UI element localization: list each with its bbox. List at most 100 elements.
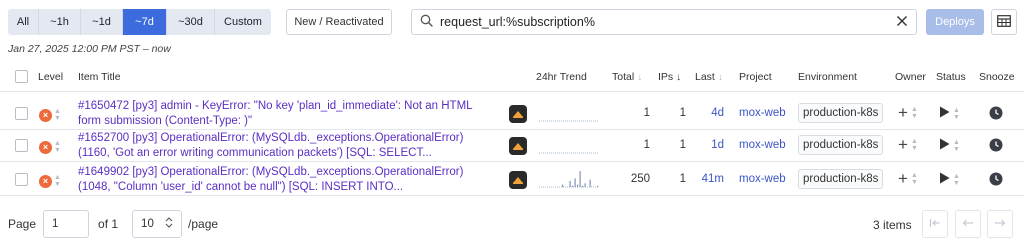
last-seen-link[interactable]: 1d bbox=[697, 139, 724, 151]
table-row[interactable]: × ▲ ▼ #1650472 [py3] admin - KeyError: "No… bbox=[0, 98, 1024, 130]
next-page-button[interactable] bbox=[987, 210, 1013, 238]
column-level[interactable]: Level bbox=[38, 71, 63, 83]
chevron-updown-icon: ▲ ▼ bbox=[953, 106, 960, 121]
level-selector[interactable]: × ▲ ▼ bbox=[39, 108, 61, 122]
level-selector[interactable]: × ▲ ▼ bbox=[39, 140, 61, 154]
column-last[interactable]: Last ↓ bbox=[695, 71, 723, 83]
status-selector[interactable]: ▲ ▼ bbox=[939, 106, 960, 121]
sparkline-bar bbox=[582, 185, 584, 187]
project-link[interactable]: mox-web bbox=[739, 139, 786, 151]
clock-icon bbox=[989, 138, 1003, 155]
arrow-left-icon bbox=[962, 217, 974, 231]
project-link[interactable]: mox-web bbox=[739, 107, 786, 119]
project-link[interactable]: mox-web bbox=[739, 173, 786, 185]
date-range-label: Jan 27, 2025 12:00 PM PST – now bbox=[8, 43, 171, 55]
search-query-text: request_url:%subscription% bbox=[440, 15, 595, 29]
sparkline-bar bbox=[569, 180, 571, 187]
owner-selector[interactable]: + ▲ ▼ bbox=[898, 170, 918, 187]
play-icon bbox=[939, 172, 950, 187]
play-icon bbox=[939, 106, 950, 121]
item-title-link[interactable]: #1652700 [py3] OperationalError: (MySQLd… bbox=[78, 131, 498, 161]
column-total-label: Total bbox=[612, 71, 635, 83]
close-icon[interactable] bbox=[896, 15, 908, 30]
range-1h-button[interactable]: ~1h bbox=[39, 9, 81, 35]
trend-sparkline bbox=[539, 171, 599, 188]
deploys-button[interactable]: Deploys bbox=[926, 9, 984, 35]
table-icon bbox=[997, 14, 1011, 30]
chevron-updown-icon: ▲ ▼ bbox=[910, 137, 918, 152]
sparkline-bar bbox=[572, 185, 574, 187]
new-reactivated-button[interactable]: New / Reactivated bbox=[286, 9, 392, 35]
sparkline-bar bbox=[597, 185, 599, 187]
sparkline-bar bbox=[579, 171, 581, 187]
total-count: 1 bbox=[643, 107, 650, 119]
select-all-checkbox[interactable] bbox=[15, 70, 28, 83]
range-custom-button[interactable]: Custom bbox=[215, 9, 271, 35]
page-size-select[interactable]: 10 bbox=[132, 210, 183, 238]
row-checkbox[interactable] bbox=[15, 139, 28, 152]
first-page-icon bbox=[929, 217, 941, 231]
clock-icon bbox=[989, 106, 1003, 123]
ip-count: 1 bbox=[679, 173, 686, 185]
first-page-button[interactable] bbox=[922, 210, 948, 238]
item-title-line1: #1649902 [py3] OperationalError: (MySQLd… bbox=[78, 166, 464, 178]
table-row[interactable]: × ▲ ▼ #1649902 [py3] OperationalError: (My… bbox=[0, 164, 1024, 196]
column-snooze[interactable]: Snooze bbox=[979, 71, 1015, 83]
table-view-button[interactable] bbox=[991, 9, 1017, 35]
column-item-title[interactable]: Item Title bbox=[78, 71, 121, 83]
chevron-updown-icon: ▲ ▼ bbox=[54, 108, 61, 122]
framework-icon bbox=[509, 137, 527, 155]
chevron-updown-icon: ▲ ▼ bbox=[54, 174, 61, 188]
column-trend[interactable]: 24hr Trend bbox=[536, 71, 587, 83]
status-selector[interactable]: ▲ ▼ bbox=[939, 172, 960, 187]
time-range-selector: All ~1h ~1d ~7d ~30d Custom bbox=[8, 9, 271, 35]
sparkline-bar bbox=[584, 183, 586, 187]
chevron-updown-icon bbox=[165, 217, 173, 231]
chevron-updown-icon: ▲ ▼ bbox=[910, 105, 918, 120]
table-row[interactable]: × ▲ ▼ #1652700 [py3] OperationalError: (My… bbox=[0, 130, 1024, 162]
item-title-link[interactable]: #1649902 [py3] OperationalError: (MySQLd… bbox=[78, 165, 498, 195]
status-selector[interactable]: ▲ ▼ bbox=[939, 138, 960, 153]
ip-count: 1 bbox=[679, 107, 686, 119]
last-seen-link[interactable]: 4d bbox=[697, 107, 724, 119]
row-checkbox[interactable] bbox=[15, 173, 28, 186]
plus-icon: + bbox=[898, 103, 908, 122]
column-status[interactable]: Status bbox=[936, 71, 966, 83]
items-count: 3 items bbox=[873, 218, 912, 232]
level-selector[interactable]: × ▲ ▼ bbox=[39, 174, 61, 188]
column-ips[interactable]: IPs ↓ bbox=[658, 71, 681, 83]
clock-icon bbox=[989, 172, 1003, 189]
page-number-input[interactable]: 1 bbox=[43, 210, 90, 238]
snooze-button[interactable] bbox=[989, 106, 1003, 123]
column-ips-label: IPs bbox=[658, 71, 674, 83]
sort-arrow-icon: ↓ bbox=[717, 71, 723, 83]
last-seen-link[interactable]: 41m bbox=[697, 173, 724, 185]
owner-selector[interactable]: + ▲ ▼ bbox=[898, 136, 918, 153]
column-total[interactable]: Total ↓ bbox=[612, 71, 642, 83]
page-total-label: of 1 bbox=[98, 217, 119, 231]
range-all-button[interactable]: All bbox=[8, 9, 39, 35]
range-30d-button[interactable]: ~30d bbox=[167, 9, 215, 35]
per-page-label: /page bbox=[188, 217, 219, 231]
search-input[interactable]: request_url:%subscription% bbox=[411, 9, 917, 35]
item-title-line2: (1048, "Column 'user_id' cannot be null"… bbox=[78, 181, 404, 193]
sparkline-bar bbox=[574, 178, 576, 187]
item-title-line2: form submission (Content-Type: )" bbox=[78, 115, 253, 127]
owner-selector[interactable]: + ▲ ▼ bbox=[898, 104, 918, 121]
snooze-button[interactable] bbox=[989, 172, 1003, 189]
column-owner[interactable]: Owner bbox=[895, 71, 926, 83]
snooze-button[interactable] bbox=[989, 138, 1003, 155]
range-7d-button[interactable]: ~7d bbox=[123, 9, 167, 35]
sort-arrow-icon: ↓ bbox=[676, 71, 682, 83]
arrow-right-icon bbox=[994, 217, 1006, 231]
column-environment[interactable]: Environment bbox=[798, 71, 857, 83]
row-checkbox[interactable] bbox=[15, 107, 28, 120]
table-header: Level Item Title 24hr Trend Total ↓ IPs ↓ … bbox=[0, 62, 1024, 92]
sort-arrow-icon: ↓ bbox=[637, 71, 643, 83]
plus-icon: + bbox=[898, 135, 908, 154]
item-title-link[interactable]: #1650472 [py3] admin - KeyError: "No key… bbox=[78, 99, 498, 129]
prev-page-button[interactable] bbox=[955, 210, 981, 238]
sparkline-bar bbox=[589, 179, 591, 187]
column-project[interactable]: Project bbox=[739, 71, 772, 83]
range-1d-button[interactable]: ~1d bbox=[81, 9, 123, 35]
